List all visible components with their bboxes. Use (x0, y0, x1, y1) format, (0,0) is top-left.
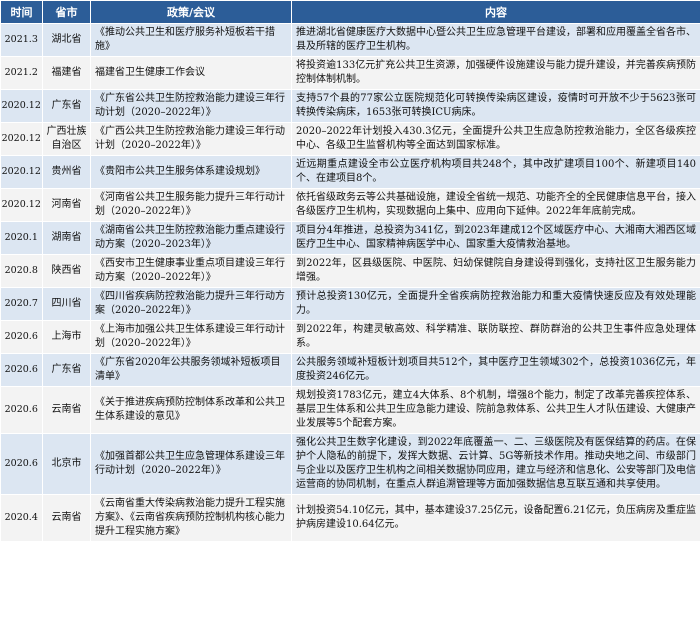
table-row: 2020.7 四川省 《四川省疾病防控救治能力提升三年行动方案（2020–202… (0, 287, 700, 321)
table-row: 2020.8 陕西省 《西安市卫生健康事业重点项目建设三年行动方案（2020–2… (0, 254, 700, 288)
cell-time: 2020.4 (0, 494, 43, 542)
cell-province: 北京市 (42, 433, 91, 495)
header-content: 内容 (291, 0, 700, 24)
cell-policy: 《关于推进疾病预防控制体系改革和公共卫生体系建设的意见》 (90, 386, 292, 434)
cell-policy: 福建省卫生健康工作会议 (90, 56, 292, 90)
cell-time: 2020.1 (0, 221, 43, 255)
table-row: 2021.2 福建省 福建省卫生健康工作会议 将投资逾133亿元扩充公共卫生资源… (0, 56, 700, 90)
cell-province: 湖北省 (42, 23, 91, 57)
table-row: 2021.3 湖北省 《推动公共卫生和医疗服务补短板若干措施》 推进湖北省健康医… (0, 23, 700, 57)
cell-time: 2020.12 (0, 188, 43, 222)
cell-time: 2020.6 (0, 320, 43, 354)
cell-policy: 《加强首都公共卫生应急管理体系建设三年行动计划（2020–2022年）》 (90, 433, 292, 495)
cell-time: 2020.6 (0, 433, 43, 495)
table-row: 2020.6 云南省 《关于推进疾病预防控制体系改革和公共卫生体系建设的意见》 … (0, 386, 700, 434)
cell-policy: 《西安市卫生健康事业重点项目建设三年行动方案（2020–2022年）》 (90, 254, 292, 288)
cell-province: 四川省 (42, 287, 91, 321)
table-row: 2020.1 湖南省 《湖南省公共卫生防控救治能力重点建设行动方案（2020–2… (0, 221, 700, 255)
cell-content: 计划投资54.10亿元，其中，基本建设37.25亿元，设备配置6.21亿元，负压… (291, 494, 700, 542)
table-row: 2020.12 广西壮族自治区 《广西公共卫生防控救治能力建设三年行动计划（20… (0, 122, 700, 156)
table-row: 2020.12 河南省 《河南省公共卫生服务能力提升三年行动计划（2020–20… (0, 188, 700, 222)
cell-time: 2020.12 (0, 89, 43, 123)
cell-content: 公共服务领域补短板计划项目共512个，其中医疗卫生领域302个，总投资1036亿… (291, 353, 700, 387)
cell-policy: 《上海市加强公共卫生体系建设三年行动计划（2020–2022年）》 (90, 320, 292, 354)
cell-content: 到2022年，构建灵敏高效、科学精准、联防联控、群防群治的公共卫生事件应急处理体… (291, 320, 700, 354)
cell-content: 支持57个县的77家公立医院规范化可转换传染病区建设，疫情时可开放不少于5623… (291, 89, 700, 123)
cell-time: 2020.6 (0, 353, 43, 387)
cell-province: 陕西省 (42, 254, 91, 288)
cell-province: 上海市 (42, 320, 91, 354)
table-row: 2020.6 广东省 《广东省2020年公共服务领域补短板项目清单》 公共服务领… (0, 353, 700, 387)
table-header-row: 时间 省市 政策/会议 内容 (0, 0, 700, 24)
cell-province: 湖南省 (42, 221, 91, 255)
cell-province: 广东省 (42, 89, 91, 123)
table-row: 2020.6 北京市 《加强首都公共卫生应急管理体系建设三年行动计划（2020–… (0, 433, 700, 495)
cell-province: 福建省 (42, 56, 91, 90)
cell-content: 强化公共卫生数字化建设，到2022年底覆盖一、二、三级医院及有医保结算的药店。在… (291, 433, 700, 495)
cell-content: 2020–2022年计划投入430.3亿元，全面提升公共卫生应急防控救治能力，全… (291, 122, 700, 156)
cell-content: 预计总投资130亿元，全面提升全省疾病防控救治能力和重大疫情快速反应及有效处理能… (291, 287, 700, 321)
cell-policy: 《四川省疾病防控救治能力提升三年行动方案（2020–2022年）》 (90, 287, 292, 321)
cell-content: 到2022年，区县级医院、中医院、妇幼保健院自身建设得到强化，支持社区卫生服务能… (291, 254, 700, 288)
cell-policy: 《广东省公共卫生防控救治能力建设三年行动计划（2020–2022年）》 (90, 89, 292, 123)
cell-policy: 《推动公共卫生和医疗服务补短板若干措施》 (90, 23, 292, 57)
header-policy: 政策/会议 (90, 0, 292, 24)
cell-policy: 《湖南省公共卫生防控救治能力重点建设行动方案（2020–2023年）》 (90, 221, 292, 255)
cell-province: 广西壮族自治区 (42, 122, 91, 156)
cell-content: 近远期重点建设全市公立医疗机构项目共248个，其中改扩建项目100个、新建项目1… (291, 155, 700, 189)
policy-table: 时间 省市 政策/会议 内容 2021.3 湖北省 《推动公共卫生和医疗服务补短… (0, 0, 700, 542)
cell-time: 2020.12 (0, 122, 43, 156)
table-row: 2020.6 上海市 《上海市加强公共卫生体系建设三年行动计划（2020–202… (0, 320, 700, 354)
cell-content: 将投资逾133亿元扩充公共卫生资源，加强硬件设施建设与能力提升建设，并完善疾病预… (291, 56, 700, 90)
cell-content: 项目分4年推进，总投资为341亿，到2023年建成12个区域医疗中心、大湘南大湘… (291, 221, 700, 255)
cell-policy: 《云南省重大传染病救治能力提升工程实施方案》、《云南省疾病预防控制机构核心能力提… (90, 494, 292, 542)
cell-time: 2021.3 (0, 23, 43, 57)
table-row: 2020.12 贵州省 《贵阳市公共卫生服务体系建设规划》 近远期重点建设全市公… (0, 155, 700, 189)
table-row: 2020.4 云南省 《云南省重大传染病救治能力提升工程实施方案》、《云南省疾病… (0, 494, 700, 542)
cell-time: 2021.2 (0, 56, 43, 90)
cell-time: 2020.8 (0, 254, 43, 288)
cell-policy: 《河南省公共卫生服务能力提升三年行动计划（2020–2022年）》 (90, 188, 292, 222)
cell-province: 云南省 (42, 494, 91, 542)
cell-province: 河南省 (42, 188, 91, 222)
cell-policy: 《贵阳市公共卫生服务体系建设规划》 (90, 155, 292, 189)
cell-time: 2020.7 (0, 287, 43, 321)
cell-province: 贵州省 (42, 155, 91, 189)
cell-policy: 《广东省2020年公共服务领域补短板项目清单》 (90, 353, 292, 387)
cell-content: 规划投资1783亿元，建立4大体系、8个机制，增强8个能力，制定了改革完善疾控体… (291, 386, 700, 434)
cell-policy: 《广西公共卫生防控救治能力建设三年行动计划（2020–2022年）》 (90, 122, 292, 156)
cell-province: 云南省 (42, 386, 91, 434)
cell-content: 推进湖北省健康医疗大数据中心暨公共卫生应急管理平台建设，部署和应用覆盖全省各市、… (291, 23, 700, 57)
cell-time: 2020.12 (0, 155, 43, 189)
cell-content: 依托省级政务云等公共基础设施，建设全省统一规范、功能齐全的全民健康信息平台，接入… (291, 188, 700, 222)
header-time: 时间 (0, 0, 43, 24)
table-row: 2020.12 广东省 《广东省公共卫生防控救治能力建设三年行动计划（2020–… (0, 89, 700, 123)
cell-time: 2020.6 (0, 386, 43, 434)
cell-province: 广东省 (42, 353, 91, 387)
header-province: 省市 (42, 0, 91, 24)
